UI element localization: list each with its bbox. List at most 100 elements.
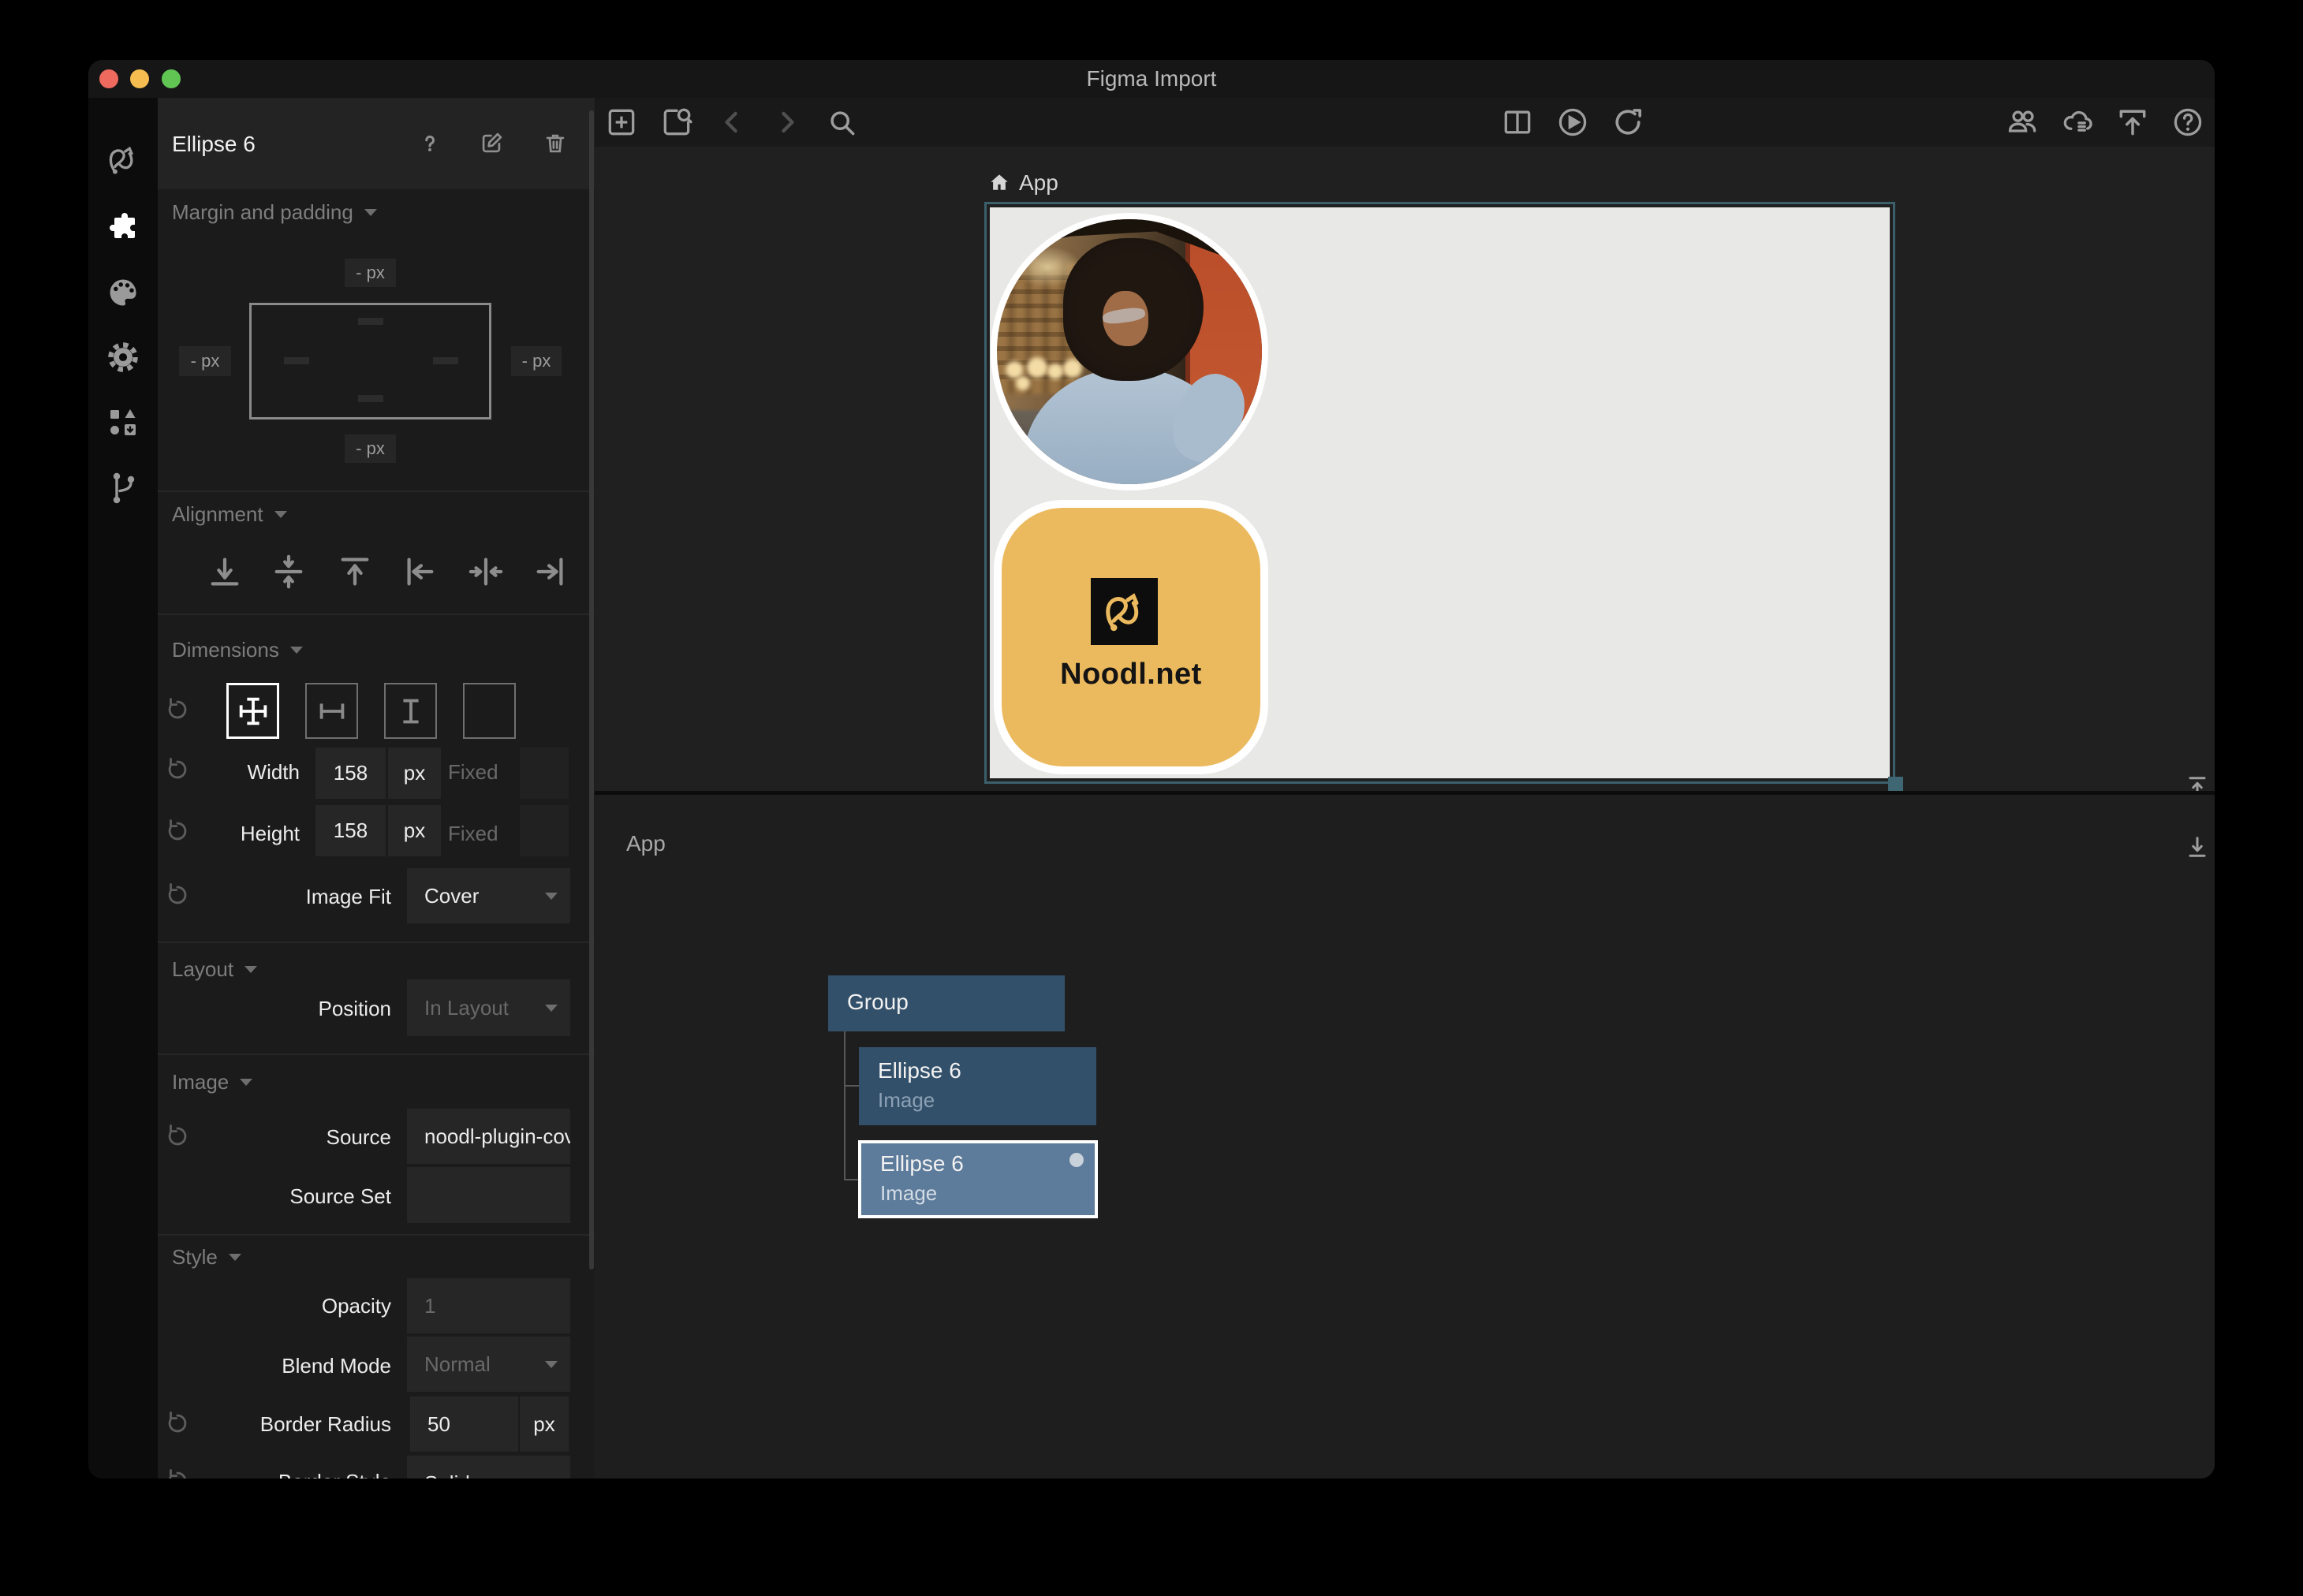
section-margin-padding[interactable]: Margin and padding: [172, 200, 377, 225]
section-alignment[interactable]: Alignment: [172, 502, 287, 527]
height-extra-input[interactable]: [520, 805, 569, 856]
section-dimensions[interactable]: Dimensions: [172, 638, 303, 662]
source-set-input[interactable]: [407, 1167, 570, 1223]
collapse-nodegraph-icon[interactable]: [2183, 833, 2212, 861]
position-select[interactable]: In Layout: [407, 979, 570, 1036]
resize-handle[interactable]: [1888, 777, 1903, 792]
search-components-icon[interactable]: [659, 105, 694, 140]
refresh-icon[interactable]: [1611, 105, 1645, 140]
cloud-sync-icon[interactable]: [2061, 105, 2096, 140]
edit-icon[interactable]: [478, 130, 505, 157]
brand-name: Noodl.net: [1002, 658, 1260, 692]
border-style-value: Solid: [424, 1471, 545, 1479]
align-horizontal-center-icon[interactable]: [468, 554, 504, 590]
collaborators-icon[interactable]: [2006, 105, 2040, 140]
reset-dimensions-icon[interactable]: [164, 696, 191, 723]
section-label: Image: [172, 1070, 229, 1094]
delete-node-icon[interactable]: [542, 130, 569, 157]
opacity-value: 1: [424, 1294, 570, 1318]
align-bottom-icon[interactable]: [207, 554, 243, 590]
chevron-down-icon: [240, 1079, 252, 1086]
noodl-logo-icon[interactable]: [106, 143, 140, 177]
ellipse-image-preview[interactable]: [991, 213, 1268, 490]
size-mode-height-button[interactable]: [384, 683, 437, 739]
node-ellipse-2-selected[interactable]: Ellipse 6 Image: [858, 1140, 1098, 1218]
deploy-upload-icon[interactable]: [2115, 105, 2150, 140]
border-style-select[interactable]: Solid: [407, 1456, 570, 1479]
align-top-icon[interactable]: [337, 554, 373, 590]
node-ellipse-1[interactable]: Ellipse 6 Image: [859, 1047, 1096, 1125]
size-mode-width-button[interactable]: [305, 683, 358, 739]
section-layout[interactable]: Layout: [172, 957, 257, 982]
sidebar-item-marketplace-icon[interactable]: [106, 405, 140, 440]
padding-bottom-input[interactable]: [358, 395, 383, 402]
help-icon[interactable]: [416, 130, 443, 157]
node-type: Image: [878, 1088, 935, 1113]
component-label: App: [626, 831, 666, 856]
height-unit-select[interactable]: px: [388, 805, 441, 856]
chevron-down-icon: [545, 1361, 558, 1368]
border-style-label: Border Style: [158, 1470, 391, 1479]
sidebar-item-version-control-icon[interactable]: [106, 470, 140, 505]
width-extra-input[interactable]: [520, 748, 569, 799]
help-circle-icon[interactable]: [2170, 105, 2205, 140]
section-divider: [158, 1053, 595, 1055]
figma-import-window: Figma Import: [88, 60, 2215, 1479]
section-divider: [158, 490, 595, 492]
node-connection-line: [844, 1085, 860, 1087]
sidebar-item-settings-gear-icon[interactable]: [106, 340, 140, 375]
section-style[interactable]: Style: [172, 1245, 241, 1270]
section-image[interactable]: Image: [172, 1070, 252, 1094]
image-fit-select[interactable]: Cover: [407, 868, 570, 923]
align-vertical-center-icon[interactable]: [271, 554, 307, 590]
height-mode-label[interactable]: Fixed: [448, 822, 498, 846]
blend-mode-label: Blend Mode: [158, 1354, 391, 1378]
width-unit-select[interactable]: px: [388, 748, 441, 799]
sidebar-item-styles-palette-icon[interactable]: [106, 275, 140, 310]
breadcrumb[interactable]: App: [987, 170, 1058, 196]
margin-right-input[interactable]: - px: [511, 346, 562, 376]
padding-right-input[interactable]: [433, 357, 458, 364]
size-mode-both-button[interactable]: [226, 683, 279, 739]
section-label: Dimensions: [172, 638, 279, 662]
size-mode-none-button[interactable]: [463, 683, 516, 739]
split-view-icon[interactable]: [1500, 105, 1535, 140]
border-radius-unit-select[interactable]: px: [520, 1396, 569, 1452]
margin-bottom-input[interactable]: - px: [345, 434, 396, 463]
window-titlebar[interactable]: Figma Import: [88, 60, 2215, 98]
margin-left-input[interactable]: - px: [179, 346, 231, 376]
navigate-back-icon[interactable]: [715, 105, 749, 140]
padding-left-input[interactable]: [284, 357, 309, 364]
app-sidebar: [88, 98, 158, 1479]
desktop: Figma Import: [0, 0, 2303, 1596]
node-graph-panel[interactable]: App Group Ellipse 6 Image Ellipse 6 Imag…: [595, 795, 2215, 1479]
preview-play-icon[interactable]: [1555, 105, 1590, 140]
border-radius-input[interactable]: 50: [410, 1396, 518, 1452]
source-set-label: Source Set: [158, 1184, 391, 1209]
blend-mode-select[interactable]: Normal: [407, 1337, 570, 1392]
opacity-input[interactable]: 1: [407, 1278, 570, 1333]
add-node-icon[interactable]: [604, 105, 639, 140]
chevron-down-icon: [274, 511, 287, 518]
width-input[interactable]: 158: [315, 748, 386, 799]
portrait-photo: [997, 219, 1262, 484]
padding-top-input[interactable]: [358, 318, 383, 325]
navigate-forward-icon[interactable]: [770, 105, 804, 140]
image-fit-label: Image Fit: [158, 885, 391, 909]
height-input[interactable]: 158: [315, 805, 386, 856]
properties-panel: Ellipse 6 Margin and padding - px: [158, 98, 595, 1479]
properties-scrollbar[interactable]: [589, 110, 594, 1270]
align-right-icon[interactable]: [532, 554, 569, 590]
home-icon: [987, 171, 1011, 195]
search-icon[interactable]: [824, 105, 859, 140]
sidebar-item-components[interactable]: [106, 211, 140, 246]
margin-top-input[interactable]: - px: [345, 259, 396, 287]
brand-card-preview[interactable]: Noodl.net: [994, 500, 1268, 774]
width-mode-label[interactable]: Fixed: [448, 760, 498, 785]
section-divider: [158, 1234, 595, 1236]
source-input[interactable]: noodl-plugin-cov: [407, 1109, 570, 1164]
node-group[interactable]: Group: [828, 975, 1065, 1031]
section-label: Margin and padding: [172, 200, 353, 225]
align-left-icon[interactable]: [401, 554, 438, 590]
node-connection-line: [844, 1179, 860, 1180]
